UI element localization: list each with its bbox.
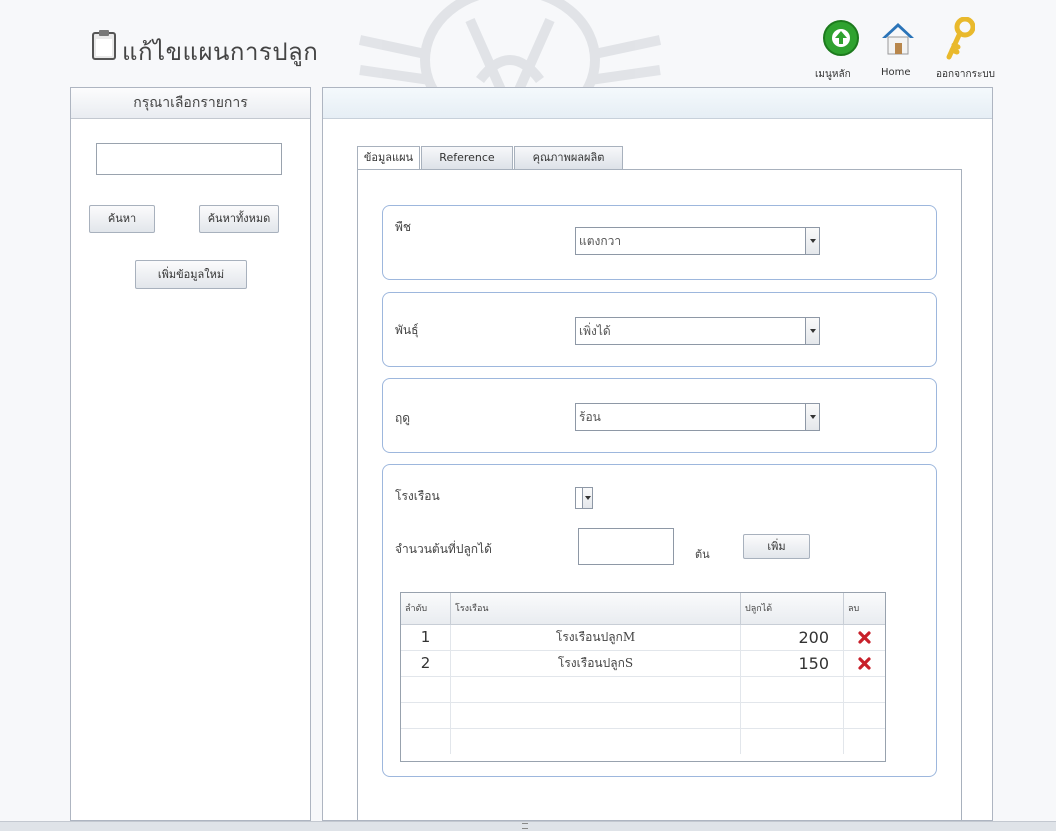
empty-cell [401, 677, 451, 702]
crop-label: พืช [395, 220, 412, 234]
season-label: ฤดู [395, 411, 411, 425]
left-panel: กรุณาเลือกรายการ ค้นหา ค้นหาทั้งหมด เพิ่… [70, 87, 311, 821]
tab-quality[interactable]: คุณภาพผลผลิต [514, 146, 623, 169]
row-greenhouse: โรงเรือนปลูกM [451, 625, 741, 650]
main-menu-link[interactable]: เมนูหลัก [815, 67, 851, 82]
table-row[interactable]: 2 โรงเรือนปลูกS 150 [401, 651, 885, 677]
delete-icon[interactable] [858, 631, 871, 644]
season-select-value: ร้อน [579, 410, 601, 424]
row-order: 1 [401, 625, 451, 650]
quantity-input[interactable] [578, 528, 674, 565]
row-greenhouse: โรงเรือนปลูกS [451, 651, 741, 676]
delete-icon[interactable] [858, 657, 871, 670]
crop-select-value: แตงกวา [579, 234, 622, 248]
home-icon[interactable] [879, 19, 917, 57]
unit-label: ต้น [695, 548, 710, 561]
green-up-arrow-icon[interactable] [822, 19, 860, 57]
empty-cell [741, 703, 844, 728]
search-button[interactable]: ค้นหา [89, 205, 155, 233]
empty-cell [401, 703, 451, 728]
tab-plan-info[interactable]: ข้อมูลแผน [357, 146, 420, 170]
tab-reference[interactable]: Reference [421, 146, 513, 169]
header-order[interactable]: ลำดับ [401, 593, 451, 624]
empty-cell [844, 729, 885, 754]
tab-content: พืช แตงกวา พันธุ์ เพิ่งได้ ฤดู ร้อน โรงเ… [357, 169, 962, 820]
header-greenhouse[interactable]: โรงเรือน [451, 593, 741, 624]
resize-grip-icon[interactable] [522, 823, 528, 829]
header-delete[interactable]: ลบ [844, 593, 885, 624]
row-delete-cell [844, 651, 885, 676]
chevron-down-icon[interactable] [805, 404, 819, 430]
crop-group: พืช แตงกวา [382, 205, 937, 280]
empty-cell [844, 677, 885, 702]
page-title: แก้ไขแผนการปลูก [122, 38, 319, 66]
table-row[interactable]: 1 โรงเรือนปลูกM 200 [401, 625, 885, 651]
empty-cell [741, 677, 844, 702]
empty-cell [451, 703, 741, 728]
left-panel-title: กรุณาเลือกรายการ [71, 88, 310, 119]
empty-cell [741, 729, 844, 754]
search-input[interactable] [96, 143, 282, 175]
row-capacity: 200 [741, 625, 844, 650]
greenhouse-table: ลำดับ โรงเรือน ปลูกได้ ลบ 1 โรงเรือนปลูก… [400, 592, 886, 762]
row-order: 2 [401, 651, 451, 676]
right-panel: ข้อมูลแผน Reference คุณภาพผลผลิต พืช แตง… [322, 87, 993, 821]
table-empty-row [401, 677, 885, 703]
table-header: ลำดับ โรงเรือน ปลูกได้ ลบ [401, 593, 885, 625]
empty-cell [844, 703, 885, 728]
logout-link[interactable]: ออกจากระบบ [936, 67, 995, 82]
empty-cell [451, 729, 741, 754]
variety-select[interactable]: เพิ่งได้ [575, 317, 820, 345]
greenhouse-group: โรงเรือน จำนวนต้นที่ปลูกได้ ต้น เพิ่ม ลำ… [382, 464, 937, 777]
crop-select[interactable]: แตงกวา [575, 227, 820, 255]
table-empty-row [401, 729, 885, 754]
variety-select-value: เพิ่งได้ [579, 324, 611, 338]
greenhouse-select[interactable] [575, 487, 593, 509]
table-empty-row [401, 703, 885, 729]
home-link[interactable]: Home [881, 67, 911, 78]
variety-group: พันธุ์ เพิ่งได้ [382, 292, 937, 367]
right-panel-header [323, 88, 992, 119]
season-group: ฤดู ร้อน [382, 378, 937, 453]
empty-cell [451, 677, 741, 702]
add-new-button[interactable]: เพิ่มข้อมูลใหม่ [135, 260, 247, 289]
empty-cell [401, 729, 451, 754]
season-select[interactable]: ร้อน [575, 403, 820, 431]
row-capacity: 150 [741, 651, 844, 676]
key-icon[interactable] [945, 17, 975, 61]
search-all-button[interactable]: ค้นหาทั้งหมด [199, 205, 279, 233]
chevron-down-icon[interactable] [805, 318, 819, 344]
quantity-label: จำนวนต้นที่ปลูกได้ [395, 542, 492, 556]
chevron-down-icon[interactable] [805, 228, 819, 254]
chevron-down-icon[interactable] [582, 488, 592, 508]
greenhouse-label: โรงเรือน [395, 489, 440, 503]
row-delete-cell [844, 625, 885, 650]
clipboard-icon [92, 30, 116, 60]
variety-label: พันธุ์ [395, 323, 419, 337]
add-row-button[interactable]: เพิ่ม [743, 534, 810, 559]
header-capacity[interactable]: ปลูกได้ [741, 593, 844, 624]
